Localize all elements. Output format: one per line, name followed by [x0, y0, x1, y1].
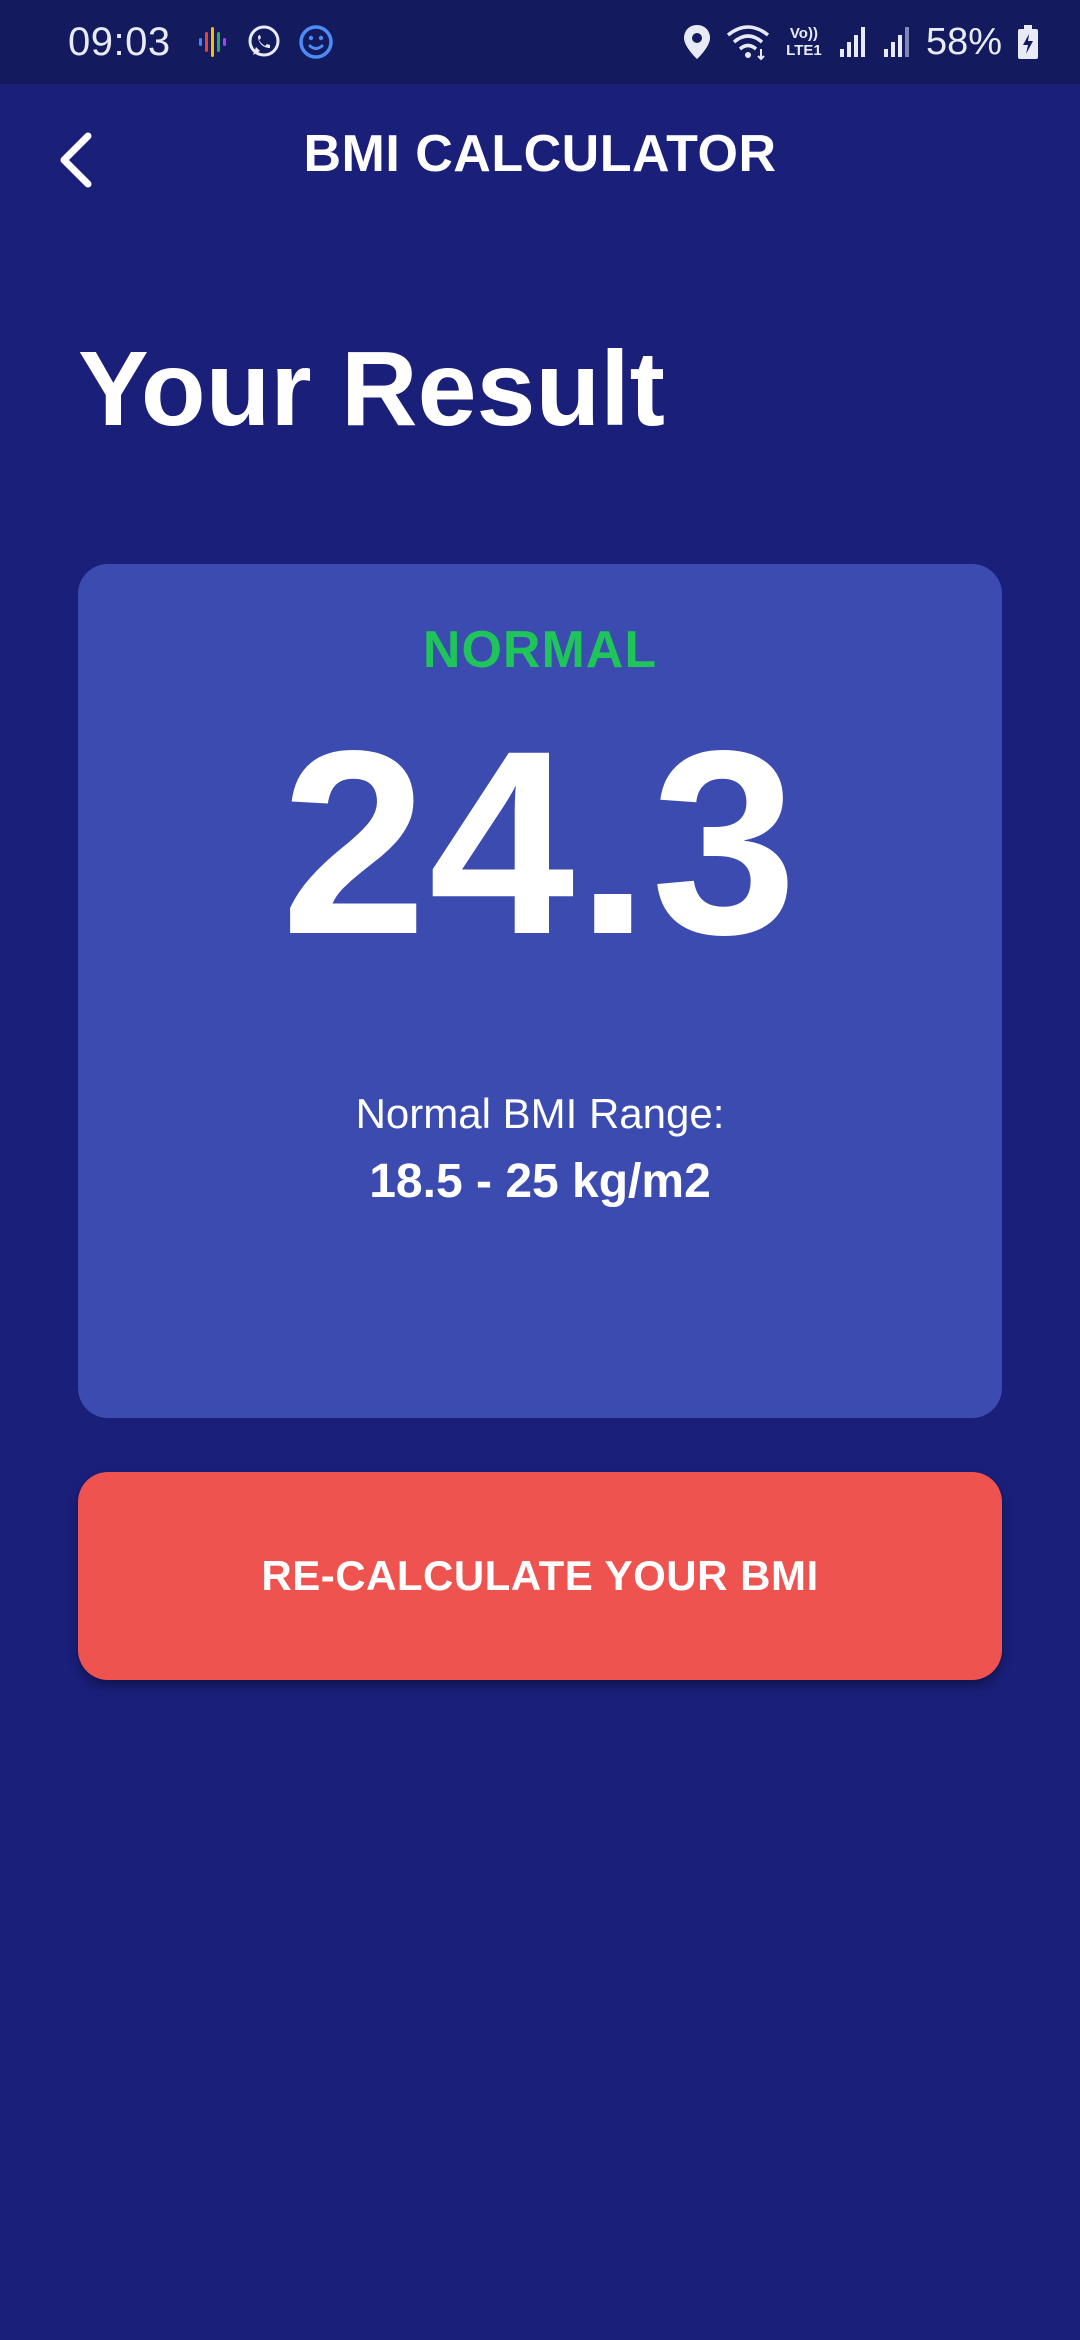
bmi-value: 24.3 — [281, 696, 799, 989]
page-title: Your Result — [78, 330, 665, 448]
whatsapp-icon — [245, 23, 283, 61]
wifi-icon — [726, 23, 770, 61]
bmi-range-label: Normal BMI Range: — [355, 1090, 725, 1137]
result-status-label: NORMAL — [422, 621, 658, 679]
status-system-icons: Vo)) LTE1 58% — [682, 21, 1040, 64]
status-time: 09:03 — [68, 19, 171, 64]
battery-icon — [1016, 24, 1040, 60]
status-notification-icons — [195, 23, 335, 61]
location-icon — [682, 23, 712, 61]
bmi-range-value: 18.5 - 25 kg/m2 — [369, 1155, 711, 1208]
app-title: BMI CALCULATOR — [303, 125, 777, 183]
signal-icon-2 — [882, 25, 912, 59]
status-bar: 09:03 Vo)) LTE1 58% — [0, 0, 1080, 84]
result-card: NORMAL 24.3 Normal BMI Range: 18.5 - 25 … — [78, 564, 1002, 1418]
app-bar: BMI CALCULATOR — [0, 84, 1080, 232]
podcasts-icon — [195, 24, 231, 60]
recalculate-button[interactable]: RE-CALCULATE YOUR BMI — [78, 1472, 1002, 1680]
signal-icon — [838, 25, 868, 59]
volte-icon: Vo)) LTE1 — [784, 25, 824, 59]
battery-percent: 58% — [925, 20, 1002, 63]
volte-label: Vo)) LTE1 — [786, 25, 822, 59]
smiley-icon — [297, 23, 335, 61]
